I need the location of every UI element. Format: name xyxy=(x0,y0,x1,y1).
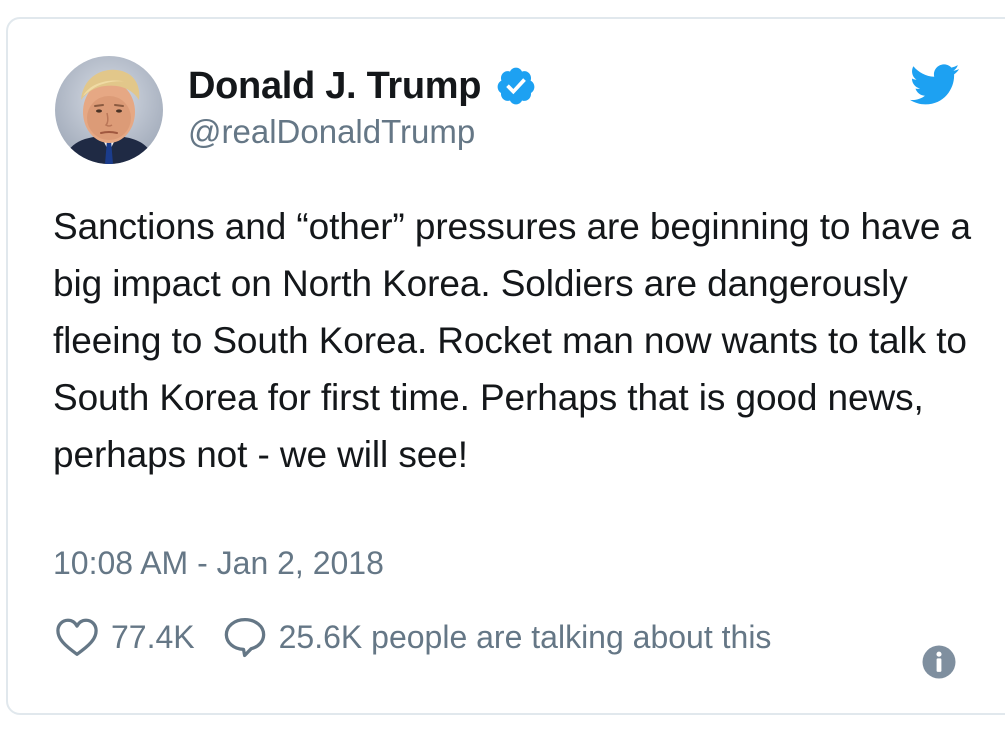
tweet-actions: 77.4K 25.6K people are talking about thi… xyxy=(55,612,771,662)
like-button[interactable]: 77.4K xyxy=(55,617,195,657)
talking-button[interactable]: 25.6K people are talking about this xyxy=(223,616,772,658)
info-icon[interactable] xyxy=(921,644,957,680)
tweet-text: Sanctions and “other” pressures are begi… xyxy=(53,206,972,475)
author-row: Donald J. Trump xyxy=(188,63,537,109)
twitter-bird-icon[interactable] xyxy=(909,63,960,107)
tweet-timestamp[interactable]: 10:08 AM - Jan 2, 2018 xyxy=(53,545,384,582)
talking-count: 25.6K people are talking about this xyxy=(278,618,772,655)
author-name[interactable]: Donald J. Trump xyxy=(188,65,482,108)
avatar[interactable] xyxy=(55,56,163,164)
like-count: 77.4K xyxy=(111,618,195,655)
author-handle[interactable]: @realDonaldTrump xyxy=(188,113,475,151)
speech-bubble-icon[interactable] xyxy=(223,616,267,658)
heart-icon[interactable] xyxy=(55,617,99,657)
verified-badge-icon xyxy=(495,65,537,107)
